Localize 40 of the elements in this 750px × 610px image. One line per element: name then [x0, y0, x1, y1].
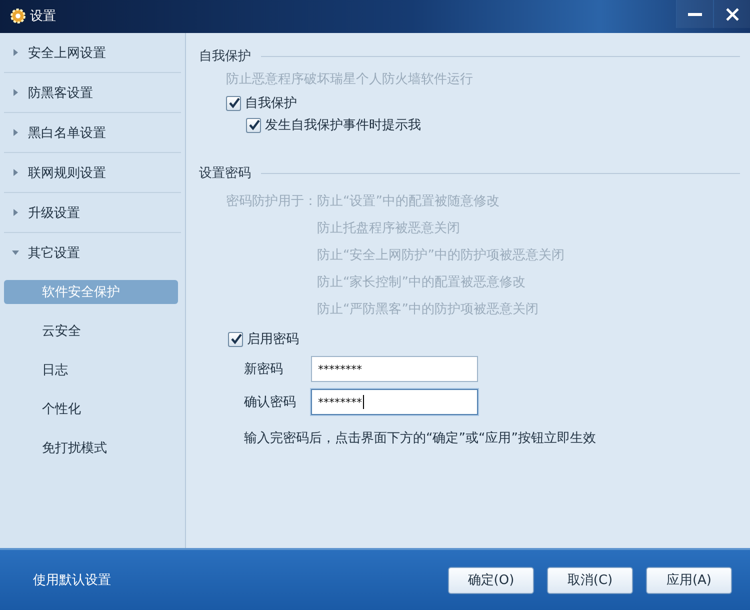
checkbox-label[interactable]: 启用密码: [247, 330, 299, 348]
sidebar-item[interactable]: 个性化: [4, 396, 178, 420]
description: 防止“设置”中的配置被随意修改: [317, 193, 500, 211]
description: 防止恶意程序破坏瑞星个人防火墙软件运行: [225, 70, 474, 88]
dialog-button[interactable]: 取消(C): [547, 566, 633, 594]
checkbox-label[interactable]: 发生自我保护事件时提示我: [265, 116, 421, 134]
password-field[interactable]: ********: [311, 389, 478, 415]
section-title: 自我保护: [199, 48, 251, 65]
sidebar-group[interactable]: 黑白名单设置: [4, 113, 181, 153]
note-text: 输入完密码后，点击界面下方的“确定”或“应用”按钮立即生效: [243, 430, 597, 447]
description: 防止托盘程序被恶意关闭: [317, 220, 461, 238]
checkbox[interactable]: [228, 332, 243, 346]
sidebar-item[interactable]: 免打扰模式: [4, 436, 178, 460]
description: 防止“安全上网防护”中的防护项被恶意关闭: [317, 247, 566, 265]
reset-defaults-link[interactable]: 使用默认设置: [33, 571, 435, 589]
description: 防止“家长控制”中的配置被恶意修改: [317, 274, 526, 292]
dialog-button[interactable]: 应用(A): [646, 566, 732, 594]
sidebar-item[interactable]: 日志: [4, 358, 178, 382]
minimize-button[interactable]: [676, 0, 713, 28]
checkbox[interactable]: [246, 118, 261, 132]
description: 密码防护用于：: [226, 193, 317, 211]
window-title: 设置: [30, 8, 56, 25]
sidebar-group[interactable]: 安全上网设置: [4, 33, 181, 73]
field-label: 新密码: [244, 361, 284, 378]
checkbox[interactable]: [226, 96, 241, 110]
close-icon: [726, 8, 738, 20]
dialog-button[interactable]: 确定(O): [448, 566, 534, 594]
minimize-icon: [688, 12, 702, 16]
sidebar-group[interactable]: 其它设置: [4, 233, 181, 272]
field-label: 确认密码: [244, 394, 297, 411]
sidebar-group[interactable]: 防黑客设置: [4, 73, 181, 113]
description: 防止“严防黑客”中的防护项被恶意关闭: [317, 301, 540, 319]
close-button[interactable]: [713, 0, 750, 28]
gear-icon: [10, 8, 26, 24]
password-field[interactable]: ********: [311, 356, 478, 382]
sidebar-group[interactable]: 联网规则设置: [4, 153, 181, 193]
sidebar-group[interactable]: 升级设置: [4, 193, 181, 233]
sidebar-item[interactable]: 云安全: [4, 318, 178, 342]
section-title: 设置密码: [199, 165, 251, 182]
checkbox-label[interactable]: 自我保护: [245, 94, 297, 112]
